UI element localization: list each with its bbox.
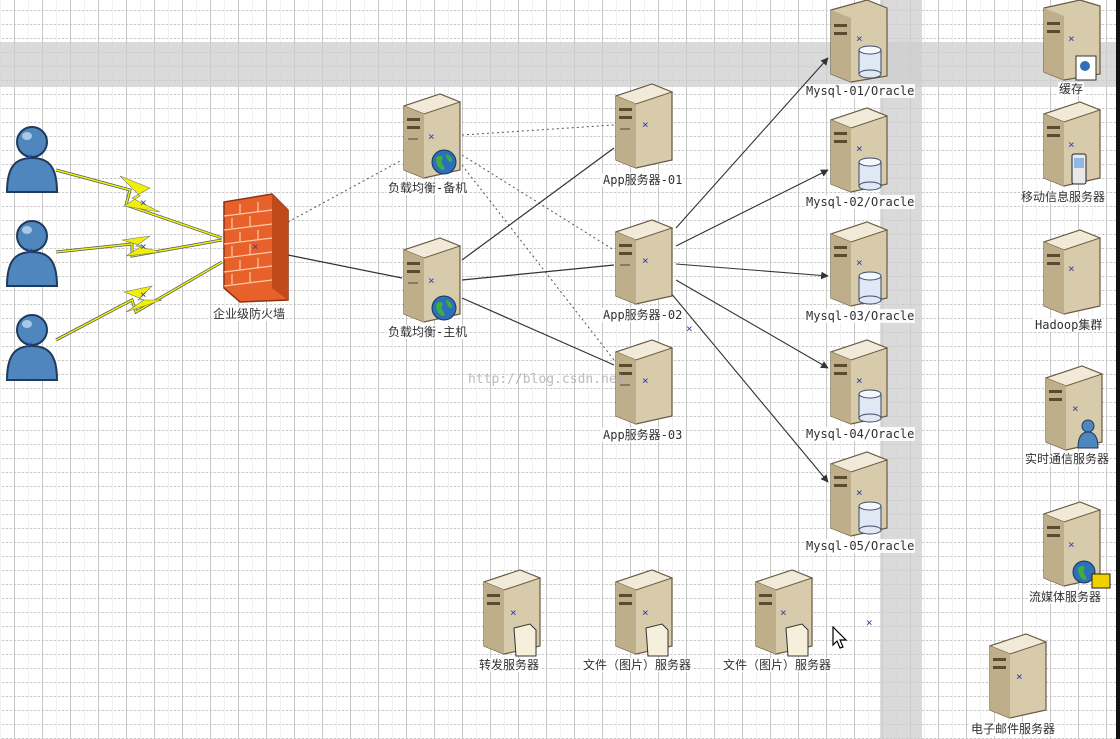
document-icon: [1075, 55, 1097, 81]
file1-label: 文件（图片）服务器: [582, 658, 693, 672]
cross-marker: ×: [252, 240, 259, 253]
cross-marker: ×: [856, 486, 863, 499]
cross-marker: ×: [428, 130, 435, 143]
cross-marker: ×: [26, 150, 33, 163]
stream-label: 流媒体服务器: [1028, 590, 1103, 604]
mysql2-label: Mysql-02/Oracle: [805, 195, 916, 209]
cross-marker: ×: [1068, 32, 1075, 45]
app2-label: App服务器-02: [602, 308, 684, 322]
window-edge: [1116, 0, 1120, 739]
database-cylinder-icon: [858, 271, 882, 305]
globe-icon: [431, 149, 457, 175]
cross-marker: ×: [140, 196, 147, 209]
cross-marker: ×: [428, 274, 435, 287]
cross-marker: ×: [866, 616, 873, 629]
cross-marker: ×: [1068, 538, 1075, 551]
mysql1-label: Mysql-01/Oracle: [805, 84, 916, 98]
cache-label: 缓存: [1058, 82, 1085, 96]
mysql5-label: Mysql-05/Oracle: [805, 539, 916, 553]
document-icon: [785, 623, 809, 657]
cross-marker: ×: [642, 606, 649, 619]
cross-marker: ×: [510, 606, 517, 619]
mobile-phone-icon: [1071, 153, 1087, 185]
cross-marker: ×: [856, 32, 863, 45]
document-icon: [513, 623, 537, 657]
connectors-layer: [55, 57, 829, 483]
cross-marker: ×: [1072, 402, 1079, 415]
lb-backup-label: 负载均衡-备机: [387, 181, 469, 195]
cross-marker: ×: [26, 338, 33, 351]
lightning-link-icon: [55, 168, 223, 342]
cross-marker: ×: [780, 606, 787, 619]
im-label: 实时通信服务器: [1024, 452, 1111, 466]
mail-label: 电子邮件服务器: [970, 722, 1057, 736]
cross-marker: ×: [140, 240, 147, 253]
app1-label: App服务器-01: [602, 173, 684, 187]
mouse-cursor-icon: [832, 626, 848, 649]
cross-marker: ×: [686, 322, 693, 335]
cross-marker: ×: [856, 256, 863, 269]
database-cylinder-icon: [858, 45, 882, 79]
lb-main-label: 负载均衡-主机: [387, 325, 469, 339]
cross-marker: ×: [856, 142, 863, 155]
file2-label: 文件（图片）服务器: [722, 658, 833, 672]
watermark: http://blog.csdn.net: [468, 372, 625, 387]
diagram-canvas[interactable]: 企业级防火墙 负载均衡-备机 负载均衡-主机 App服务器-01 App服务器-…: [0, 0, 1120, 739]
cross-marker: ×: [642, 118, 649, 131]
database-cylinder-icon: [858, 157, 882, 191]
forward-label: 转发服务器: [478, 658, 541, 672]
globe-icon: [431, 295, 457, 321]
firewall-label: 企业级防火墙: [212, 307, 287, 321]
cross-marker: ×: [642, 254, 649, 267]
document-icon: [645, 623, 669, 657]
cross-marker: ×: [140, 288, 147, 301]
app3-label: App服务器-03: [602, 428, 684, 442]
cross-marker: ×: [1068, 138, 1075, 151]
database-cylinder-icon: [858, 501, 882, 535]
mysql4-label: Mysql-04/Oracle: [805, 427, 916, 441]
mysql3-label: Mysql-03/Oracle: [805, 309, 916, 323]
hadoop-label: Hadoop集群: [1034, 318, 1104, 332]
cross-marker: ×: [26, 244, 33, 257]
cross-marker: ×: [642, 374, 649, 387]
tower-server-icon[interactable]: [1038, 498, 1114, 590]
cross-marker: ×: [1068, 262, 1075, 275]
mobile-label: 移动信息服务器: [1020, 190, 1107, 204]
cross-marker: ×: [856, 374, 863, 387]
cross-marker: ×: [1016, 670, 1023, 683]
database-cylinder-icon: [858, 389, 882, 423]
